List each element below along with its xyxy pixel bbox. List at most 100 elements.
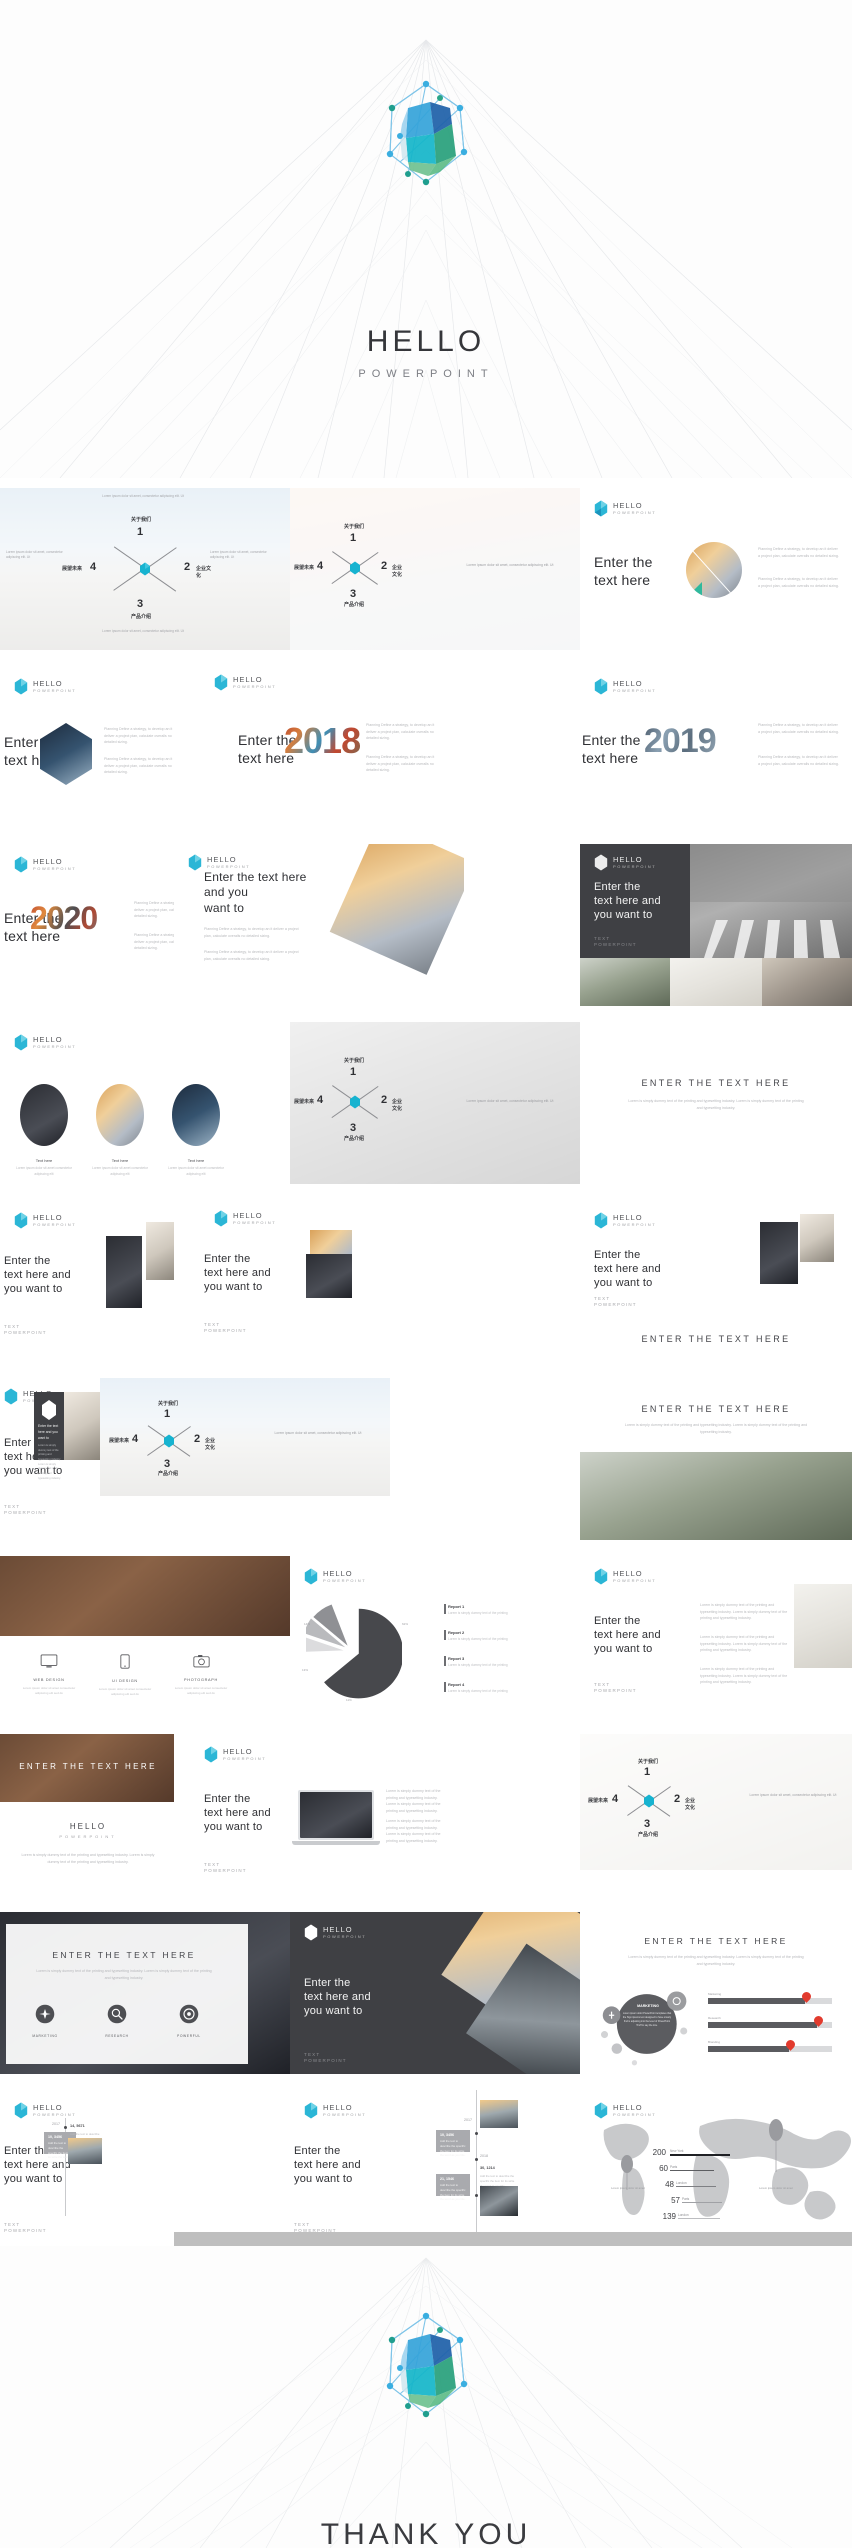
brand-sub: POWERPOINT xyxy=(323,1577,367,1583)
map-pin-note-1: Lorem ipsum dolor sit amet xyxy=(611,2186,645,2190)
compass-infographic-2: 1 关于我们 2 企业文化 3 产品介绍 4 展望未来 xyxy=(294,522,403,614)
chart-title: ENTER THE TEXT HERE xyxy=(644,1936,788,1946)
collage-photo-2 xyxy=(146,1222,176,1280)
compass-note-1: Lorem ipsum dolor sit amet, consectetur … xyxy=(102,494,184,498)
compass-label-3: 产品介绍 xyxy=(344,602,365,608)
brand-gem-icon xyxy=(594,1212,608,1229)
compass-center-gem-icon xyxy=(140,562,150,576)
compass-label-1: 关于我们 xyxy=(344,1058,365,1064)
service-title-3: PHOTOGRAPH xyxy=(184,1678,218,1682)
slide-agenda-sunset[interactable]: 1 关于我们 2 企业文化 3 产品介绍 4 展望未来 Lorem ipsum … xyxy=(290,488,580,650)
slide-headline: Enter the text here xyxy=(582,732,641,766)
timeline-photo-2 xyxy=(480,2186,518,2216)
slide-headline: Enter the text here and you want to xyxy=(594,1615,661,1656)
service-card-3: PHOTOGRAPH Lorem ipsum dolor sit amet co… xyxy=(172,1654,230,1697)
slide-pie-chart[interactable]: HELLO POWERPOINT 62% 14% 13% 11% Report … xyxy=(290,1556,580,1718)
slide-caption-band[interactable]: ENTER THE TEXT HERE xyxy=(580,1316,852,1362)
feature-title-1: MARKETING xyxy=(32,2034,58,2038)
brand-gem-icon xyxy=(214,1210,228,1227)
slide-caption-top[interactable]: ENTER THE TEXT HERE Lorem is simply dumm… xyxy=(580,1378,852,1452)
timeline-head-2: 14, 5671 xyxy=(70,2124,85,2128)
slide-paragraph-2: Planning Define a strategy, to develop a… xyxy=(758,755,839,766)
compass-infographic-3: 1 关于我们 2 企业文化 3 产品介绍 4 展望未来 xyxy=(294,1056,402,1148)
slide-intro-circle[interactable]: HELLO POWERPOINT Enter the text here Pla… xyxy=(580,488,852,650)
footer-mark: TEXT POWERPOINT xyxy=(4,2222,47,2233)
closing-title: THANK YOU xyxy=(320,2518,532,2548)
slide-headline: Enter the text here and you want to xyxy=(294,2145,361,2186)
brand-gem-icon xyxy=(594,678,608,695)
compass-num-2: 2 xyxy=(381,1094,388,1106)
compass-label-1: 关于我们 xyxy=(131,517,152,523)
slide-photo-strip[interactable] xyxy=(580,958,852,1006)
slide-marker-chart[interactable]: ENTER THE TEXT HERE Lorem is simply dumm… xyxy=(580,1912,852,2074)
brand-sub: POWERPOINT xyxy=(33,1043,77,1049)
slide-year-2018[interactable]: HELLO POWERPOINT Enter the text here 201… xyxy=(174,666,464,828)
brand-gem-icon xyxy=(304,1924,318,1941)
timeline-card-1: 10, 3456 Add the text to describe the sp… xyxy=(436,2130,470,2157)
slide-agenda-skyline[interactable]: 1 关于我们 2 企业文化 3 产品介绍 4 展望未来 Lorem ipsum … xyxy=(290,1022,580,1184)
slide-dark-city[interactable]: HELLO POWERPOINT Enter the text here and… xyxy=(580,844,852,958)
brand-gem-icon xyxy=(188,854,202,871)
brand-gem-icon xyxy=(594,1568,608,1585)
slide-paragraph-2: Planning Define a strategy, to develop a… xyxy=(758,577,839,588)
compass-label-4: 展望未来 xyxy=(294,565,315,571)
compass-note-2: Lorem ipsum dolor sit amet, consectetur … xyxy=(210,550,267,560)
slide-three-circles[interactable]: HELLO POWERPOINT Text here Lorem ipsum d… xyxy=(0,1022,290,1184)
card-desc-2: Lorem ipsum dolor sit amet consectetur a… xyxy=(92,1166,148,1176)
brand-logo: HELLO POWERPOINT xyxy=(304,1924,366,1941)
slide-services[interactable]: WEB DESIGN Lorem ipsum dolor sit amet co… xyxy=(0,1556,290,1718)
track-1 xyxy=(708,1998,832,2004)
slide-photo-diagonal xyxy=(329,844,464,975)
compass-label-4: 展望未来 xyxy=(588,1798,609,1804)
slide-headline: Enter the text here xyxy=(594,554,653,588)
compass-num-1: 1 xyxy=(164,1408,171,1420)
compass-center-gem-icon xyxy=(644,1794,654,1808)
brand-logo: HELLO POWERPOINT xyxy=(594,854,656,871)
slide-photo-meeting[interactable] xyxy=(580,1452,852,1540)
slide-subtext: Lorem is simply dummy text of the printi… xyxy=(36,1969,212,1980)
slide-headline: Enter the text here and you want to xyxy=(594,881,661,922)
slide-agenda-camera[interactable]: 1 关于我们 2 企业文化 3 产品介绍 4 展望未来 Lorem ipsum … xyxy=(580,1734,852,1870)
slide-world-map-stats[interactable]: HELLO POWERPOINT Lorem ipsum dolor sit a… xyxy=(580,2090,852,2252)
compass-label-2: 企业文化 xyxy=(392,565,403,578)
slide-headline: Enter the text here and you want to xyxy=(594,1249,661,1290)
card-desc-1: Lorem ipsum dolor sit amet consectetur a… xyxy=(16,1166,72,1176)
timeline-head-3: 30, 1214 xyxy=(480,2166,495,2170)
slide-banner-caption[interactable]: ENTER THE TEXT HERE HELLO POWERPOINT Lor… xyxy=(0,1734,176,1896)
slide-subtext: Lorem is simply dummy text of the printi… xyxy=(628,1099,804,1110)
brand-sub: POWERPOINT xyxy=(33,687,77,693)
brand-logo: HELLO POWERPOINT xyxy=(14,2102,76,2119)
slide-timeline-a[interactable]: HELLO POWERPOINT Enter the text here and… xyxy=(0,2090,290,2252)
brand-logo: HELLO POWERPOINT xyxy=(14,856,76,873)
slide-timeline-b[interactable]: HELLO POWERPOINT Enter the text here and… xyxy=(290,2090,580,2252)
slide-agenda-boardwalk[interactable]: 1 关于我们 2 企业文化 3 产品介绍 4 展望未来 Lorem ipsum … xyxy=(100,1378,390,1496)
brand-logo: HELLO POWERPOINT xyxy=(594,1568,656,1585)
slide-year-2019[interactable]: HELLO POWERPOINT Enter the text here 201… xyxy=(580,666,852,828)
slide-text-diagonal-photo[interactable]: HELLO POWERPOINT Enter the text here and… xyxy=(174,844,464,1006)
compass-label-2: 企业文化 xyxy=(205,1438,216,1451)
slide-feature-icons[interactable]: ENTER THE TEXT HERE Lorem is simply dumm… xyxy=(0,1912,290,2074)
brand-gem-icon xyxy=(14,2102,28,2119)
camera-icon xyxy=(192,1655,210,1668)
collage-photo-1 xyxy=(106,1236,142,1308)
pie-label-3: 13% xyxy=(302,1668,309,1672)
slide-paragraph-1: Lorem is simply dummy text of the printi… xyxy=(386,1789,441,1813)
slide-agenda-sky[interactable]: 1 关于我们 2 企业文化 3 产品介绍 4 展望未来 Lorem ipsum … xyxy=(0,488,290,650)
slide-paragraph-1: Planning Define a strategy, to develop a… xyxy=(758,723,839,734)
compass-num-4: 4 xyxy=(317,1094,324,1106)
slide-text-with-photo[interactable]: HELLO POWERPOINT Enter the text here and… xyxy=(580,1556,852,1718)
slide-paragraph-1: Planning Define a strategy, to develop a… xyxy=(104,727,173,745)
slide-collage-b[interactable]: HELLO POWERPOINT Enter the text here and… xyxy=(174,1200,464,1362)
card-title-2: Text here xyxy=(111,1158,129,1163)
slide-dark-diagonal[interactable]: HELLO POWERPOINT Enter the text here and… xyxy=(290,1912,580,2074)
pie-label-1: 62% xyxy=(402,1622,409,1626)
brand-sub: POWERPOINT xyxy=(323,2111,367,2117)
brand-gem-icon xyxy=(204,1746,218,1763)
slide-laptop-mockup[interactable]: HELLO POWERPOINT Enter the text here and… xyxy=(174,1734,464,1896)
slide-collage-c[interactable]: HELLO POWERPOINT Enter the text here and… xyxy=(580,1200,852,1316)
footer-mark: TEXT POWERPOINT xyxy=(594,936,637,947)
slide-centered-caption[interactable]: ENTER THE TEXT HERE Lorem is simply dumm… xyxy=(580,1022,852,1184)
track-3 xyxy=(708,2046,832,2052)
brand-sub: POWERPOINT xyxy=(613,509,657,515)
timeline-year: 2017 xyxy=(52,2122,60,2126)
